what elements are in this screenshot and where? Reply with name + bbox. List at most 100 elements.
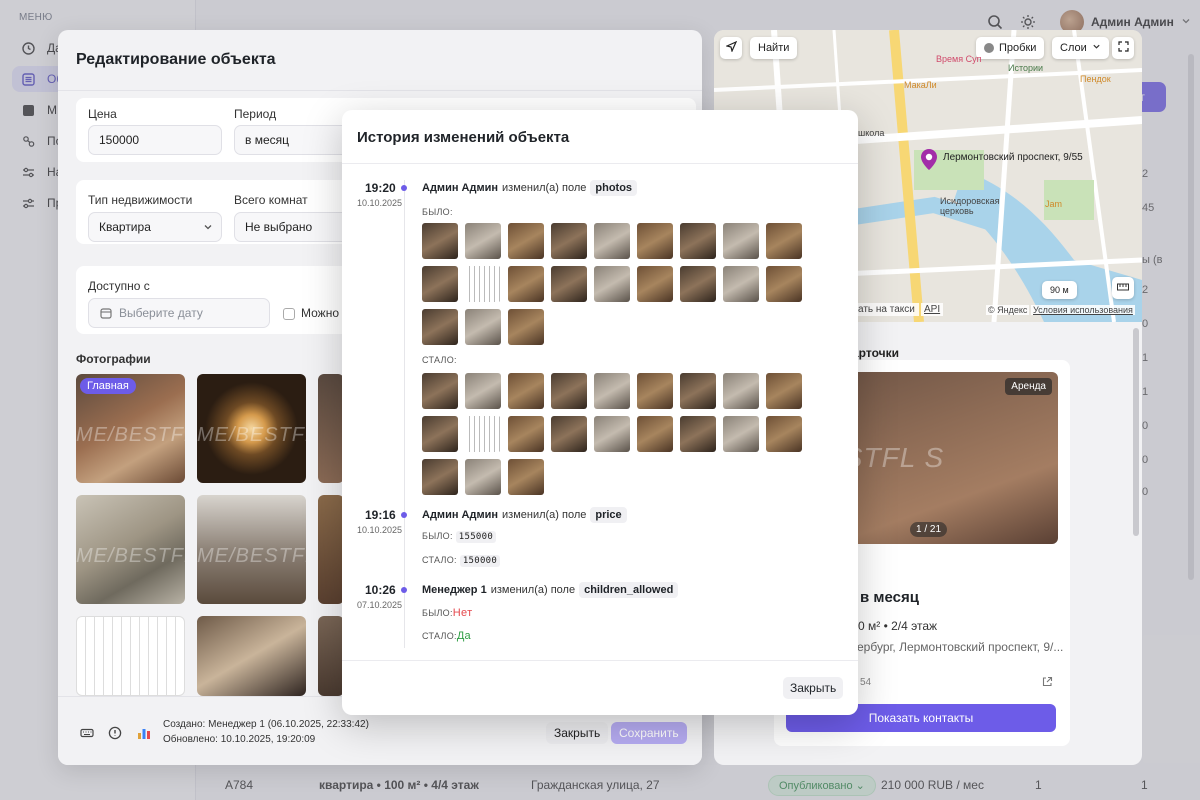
photo-thumbnail[interactable] xyxy=(723,373,759,409)
preview-scrollbar[interactable] xyxy=(1133,328,1139,536)
photo-thumbnail[interactable] xyxy=(637,373,673,409)
traffic-label: Пробки xyxy=(999,42,1037,54)
photo-tile[interactable]: ME/BESTFLAT xyxy=(197,374,306,483)
photo-thumbnail[interactable] xyxy=(723,416,759,452)
photo-thumbnail[interactable] xyxy=(465,309,501,345)
timeline-line xyxy=(404,180,405,648)
photo-tile[interactable] xyxy=(318,616,344,696)
now-label: СТАЛО: xyxy=(422,355,457,365)
photo-thumbnail[interactable] xyxy=(594,223,630,259)
photo-thumbnail[interactable] xyxy=(508,223,544,259)
floorplan-thumbnail[interactable] xyxy=(465,266,501,302)
photo-tile[interactable]: ME/BESTFLAT xyxy=(197,495,306,604)
save-button[interactable]: Сохранить xyxy=(611,722,687,744)
find-button[interactable]: Найти xyxy=(750,37,798,59)
keyboard-icon[interactable] xyxy=(80,726,94,740)
preview-meta: 0 м² • 2/4 этаж xyxy=(858,619,938,633)
photo-thumbnail[interactable] xyxy=(422,459,458,495)
photo-thumbnail[interactable] xyxy=(551,223,587,259)
fullscreen-button[interactable] xyxy=(1112,37,1134,59)
new-value: 150000 xyxy=(459,555,501,567)
photo-thumbnail[interactable] xyxy=(680,373,716,409)
checkbox[interactable] xyxy=(283,308,295,320)
photo-tile[interactable] xyxy=(197,616,306,696)
photo-thumbnail[interactable] xyxy=(508,266,544,302)
locate-button[interactable] xyxy=(720,37,742,59)
photo-thumbnail[interactable] xyxy=(551,373,587,409)
photo-thumbnail[interactable] xyxy=(594,416,630,452)
new-value-row: СТАЛО: 150000 xyxy=(422,555,501,567)
entry-time: 10:26 xyxy=(365,583,396,597)
info-icon[interactable] xyxy=(108,726,122,740)
photo-thumbnail[interactable] xyxy=(422,266,458,302)
edit-title: Редактирование объекта xyxy=(76,51,276,68)
rooms-value: Не выбрано xyxy=(245,220,313,234)
photo-thumbnail[interactable] xyxy=(766,416,802,452)
photo-thumbnail[interactable] xyxy=(508,459,544,495)
ruler-button[interactable] xyxy=(1112,277,1134,299)
timeline-dot xyxy=(401,512,407,518)
field-tag: photos xyxy=(590,180,638,196)
was-label: БЫЛО: xyxy=(422,608,453,618)
map-poi: Исидоровская церковь xyxy=(940,196,1000,216)
date-input[interactable]: Выберите дату xyxy=(88,298,270,328)
floorplan-thumbnail[interactable] xyxy=(465,416,501,452)
now-label: СТАЛО: xyxy=(422,555,457,565)
photo-thumbnail[interactable] xyxy=(723,223,759,259)
photo-thumbnail[interactable] xyxy=(551,416,587,452)
photo-thumbnail[interactable] xyxy=(508,373,544,409)
photo-tile[interactable]: ME/BESTFLAT xyxy=(76,495,185,604)
layers-label: Слои xyxy=(1060,42,1087,54)
old-value: Нет xyxy=(452,607,473,619)
taxi-link[interactable]: ать на такси xyxy=(854,303,919,316)
photo-thumbnail[interactable] xyxy=(680,416,716,452)
price-value: 150000 xyxy=(99,133,140,147)
chevron-down-icon xyxy=(1092,42,1101,54)
field-tag: children_allowed xyxy=(579,582,679,598)
map-marker-icon[interactable] xyxy=(920,148,938,179)
traffic-button[interactable]: Пробки xyxy=(976,37,1045,59)
photo-thumbnail[interactable] xyxy=(594,266,630,302)
photo-thumbnail[interactable] xyxy=(465,223,501,259)
api-link[interactable]: API xyxy=(921,303,944,316)
external-link-icon[interactable] xyxy=(1042,676,1053,690)
photo-thumbnail[interactable] xyxy=(422,223,458,259)
photo-tile[interactable] xyxy=(318,374,344,483)
preview-id: 54 xyxy=(860,677,872,688)
photo-thumbnail[interactable] xyxy=(680,223,716,259)
photo-thumbnail[interactable] xyxy=(422,373,458,409)
close-button[interactable]: Закрыть xyxy=(783,677,844,699)
photo-thumbnail[interactable] xyxy=(680,266,716,302)
photo-tile[interactable] xyxy=(318,495,344,604)
stats-chart-icon[interactable] xyxy=(137,726,151,740)
photo-thumbnail[interactable] xyxy=(422,416,458,452)
photo-thumbnail[interactable] xyxy=(766,373,802,409)
type-select[interactable]: Квартира xyxy=(88,212,222,242)
photo-thumbnail[interactable] xyxy=(508,309,544,345)
photo-thumbnail[interactable] xyxy=(723,266,759,302)
map-poi: Время Суп xyxy=(936,54,982,64)
entry-action: изменил(а) поле xyxy=(502,509,587,521)
photo-thumbnail[interactable] xyxy=(422,309,458,345)
photo-thumbnail[interactable] xyxy=(465,373,501,409)
old-value-row: БЫЛО:Нет xyxy=(422,607,472,619)
new-value-row: СТАЛО:Да xyxy=(422,630,471,642)
photo-thumbnail[interactable] xyxy=(637,416,673,452)
photo-thumbnail[interactable] xyxy=(766,223,802,259)
photo-thumbnail[interactable] xyxy=(465,459,501,495)
floorplan-tile[interactable] xyxy=(76,616,185,696)
photo-thumbnail[interactable] xyxy=(508,416,544,452)
photo-thumbnail[interactable] xyxy=(637,223,673,259)
photo-thumbnail[interactable] xyxy=(594,373,630,409)
period-label: Период xyxy=(234,107,277,121)
terms-link[interactable]: Условия использования xyxy=(1031,305,1135,315)
photo-thumbnail[interactable] xyxy=(551,266,587,302)
photo-tile[interactable]: Главная ME/BESTFLAT xyxy=(76,374,185,483)
photo-thumbnail[interactable] xyxy=(766,266,802,302)
price-input[interactable]: 150000 xyxy=(88,125,222,155)
layers-button[interactable]: Слои xyxy=(1052,37,1109,59)
photo-thumbnail[interactable] xyxy=(637,266,673,302)
ruler-icon xyxy=(1117,282,1129,294)
edit-close-button[interactable]: Закрыть xyxy=(546,722,609,744)
rooms-label: Всего комнат xyxy=(234,193,308,207)
